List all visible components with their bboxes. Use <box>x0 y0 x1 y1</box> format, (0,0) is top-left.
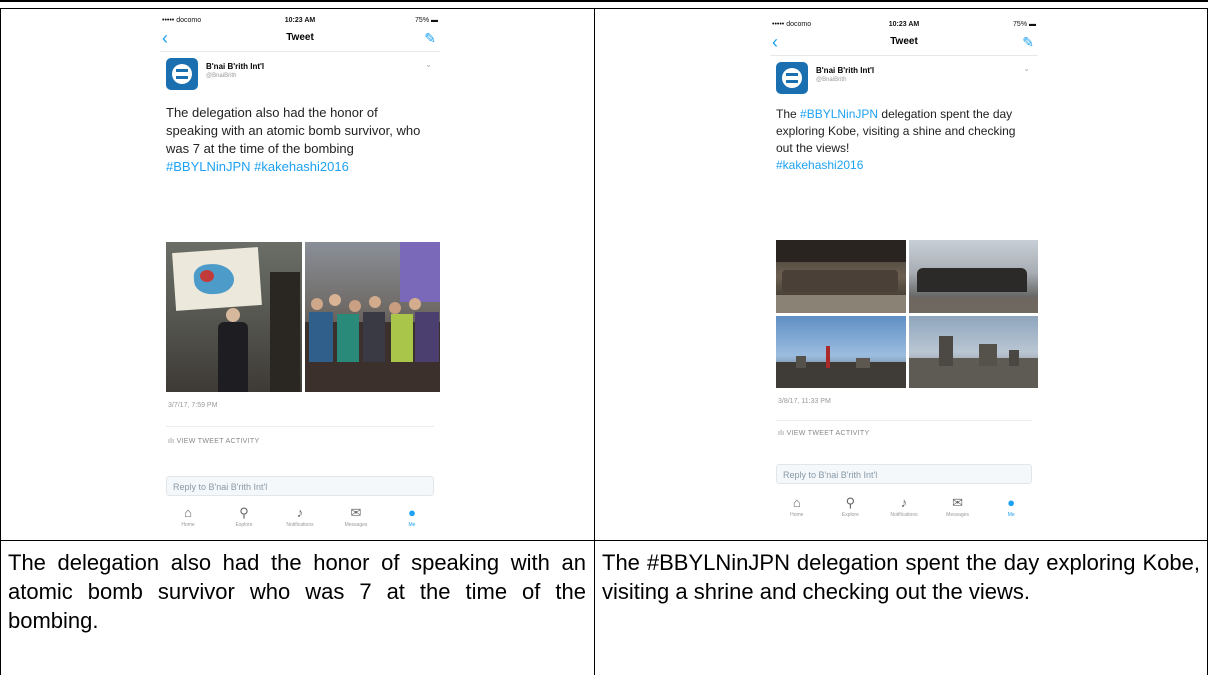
tweet-author: B'nai B'rith Int'l @BnaiBrith ⌄ <box>776 62 1032 98</box>
author-handle[interactable]: @BnaiBrith <box>816 77 846 83</box>
compose-icon[interactable]: ✎ <box>1022 34 1034 51</box>
battery-indicator: 75% ▬ <box>1013 21 1036 28</box>
table-border-top <box>0 8 1208 9</box>
chevron-down-icon[interactable]: ⌄ <box>1023 64 1030 73</box>
home-icon: ⌂ <box>184 505 192 520</box>
tweet-photos <box>776 240 1038 388</box>
nav-bar: ‹ Tweet ✎ <box>160 28 440 52</box>
clock-label: 10:23 AM <box>888 21 920 28</box>
tab-messages[interactable]: ✉ Messages <box>938 495 978 519</box>
table-border-left <box>0 8 1 675</box>
compose-icon[interactable]: ✎ <box>424 30 436 47</box>
table-divider-horizontal <box>0 540 1208 541</box>
reply-input[interactable]: Reply to B'nai B'rith Int'l <box>776 464 1032 484</box>
photo-temple-group[interactable] <box>776 240 906 313</box>
tweet-photos <box>166 242 440 392</box>
table-divider-vertical <box>594 8 595 675</box>
divider <box>776 420 1032 421</box>
photo-rooftop-group[interactable] <box>908 240 1038 313</box>
bell-icon: ♪ <box>900 495 908 510</box>
tab-notifications[interactable]: ♪ Notifications <box>280 505 320 529</box>
author-name[interactable]: B'nai B'rith Int'l <box>816 66 874 75</box>
view-activity-link[interactable]: ılı VIEW TWEET ACTIVITY <box>778 430 869 437</box>
chevron-down-icon[interactable]: ⌄ <box>425 60 432 69</box>
status-bar: ••••• docomo 10:23 AM 75% ▬ <box>160 14 440 28</box>
reply-input[interactable]: Reply to B'nai B'rith Int'l <box>166 476 434 496</box>
avatar[interactable] <box>166 58 198 90</box>
tab-home[interactable]: ⌂ Home <box>777 495 817 519</box>
tweet-screenshot-left: ••••• docomo 10:23 AM 75% ▬ ‹ Tweet ✎ B'… <box>160 14 440 536</box>
hashtag-kakehashi2016[interactable]: #kakehashi2016 <box>776 158 863 172</box>
search-icon: ⚲ <box>845 495 856 510</box>
nav-bar: ‹ Tweet ✎ <box>770 32 1038 56</box>
home-icon: ⌂ <box>792 495 801 510</box>
caption-left: The delegation also had the honor of spe… <box>8 550 586 633</box>
tweet-timestamp: 3/7/17, 7:59 PM <box>168 402 218 409</box>
author-name[interactable]: B'nai B'rith Int'l <box>206 62 264 71</box>
comparison-table: ••••• docomo 10:23 AM 75% ▬ ‹ Tweet ✎ B'… <box>0 8 1208 675</box>
tweet-screenshot-right: ••••• docomo 10:23 AM 75% ▬ ‹ Tweet ✎ B'… <box>770 18 1038 526</box>
search-icon: ⚲ <box>239 505 249 520</box>
divider <box>166 426 434 427</box>
hashtags[interactable]: #BBYLNinJPN #kakehashi2016 <box>166 159 349 174</box>
tab-bar: ⌂ Home ⚲ Explore ♪ Notifications ✉ Messages … <box>160 504 440 536</box>
envelope-icon: ✉ <box>350 505 362 520</box>
photo-skyline-2[interactable] <box>908 315 1038 388</box>
tab-home[interactable]: ⌂ Home <box>168 505 208 529</box>
author-handle[interactable]: @BnaiBrith <box>206 73 236 79</box>
photo-skyline-1[interactable] <box>776 315 906 388</box>
tweet-text: The #BBYLNinJPN delegation spent the day… <box>776 107 1016 172</box>
tab-me[interactable]: ● Me <box>392 505 432 529</box>
avatar[interactable] <box>776 62 808 94</box>
photo-lecture[interactable] <box>166 242 302 392</box>
tweet-text: The delegation also had the honor of spe… <box>166 104 432 176</box>
tab-me[interactable]: ● Me <box>991 495 1031 519</box>
photo-group-indoor[interactable] <box>304 242 440 392</box>
top-border <box>0 0 1208 2</box>
battery-indicator: 75% ▬ <box>415 17 438 24</box>
envelope-icon: ✉ <box>952 495 964 510</box>
clock-label: 10:23 AM <box>284 17 316 24</box>
tab-messages[interactable]: ✉ Messages <box>336 505 376 529</box>
nav-title: Tweet <box>286 32 314 43</box>
tab-explore[interactable]: ⚲ Explore <box>830 495 870 519</box>
bell-icon: ♪ <box>296 505 304 520</box>
hashtag-bbylninjpn[interactable]: #BBYLNinJPN <box>800 107 878 121</box>
caption-right: The #BBYLNinJPN delegation spent the day… <box>602 550 1200 604</box>
tab-explore[interactable]: ⚲ Explore <box>224 505 264 529</box>
tweet-body: The delegation also had the honor of spe… <box>166 105 421 156</box>
nav-title: Tweet <box>890 36 918 47</box>
tweet-timestamp: 3/8/17, 11:33 PM <box>778 398 831 405</box>
person-icon: ● <box>1007 495 1016 510</box>
view-activity-link[interactable]: ılı VIEW TWEET ACTIVITY <box>168 438 259 445</box>
tab-bar: ⌂ Home ⚲ Explore ♪ Notifications ✉ Messages … <box>770 494 1038 526</box>
tweet-author: B'nai B'rith Int'l @BnaiBrith ⌄ <box>166 58 434 94</box>
person-icon: ● <box>408 505 416 520</box>
status-bar: ••••• docomo 10:23 AM 75% ▬ <box>770 18 1038 32</box>
tab-notifications[interactable]: ♪ Notifications <box>884 495 924 519</box>
